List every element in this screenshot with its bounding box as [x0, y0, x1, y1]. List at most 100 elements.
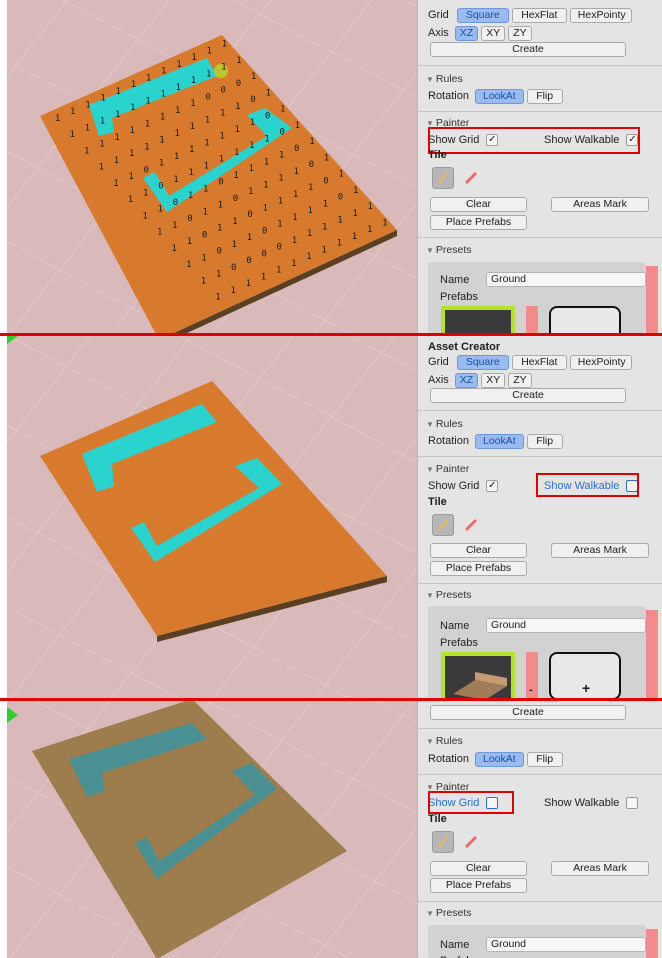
- grid-digit: 1: [130, 126, 135, 136]
- rotation-flip-button[interactable]: Flip: [526, 433, 563, 449]
- grid-digit: 0: [277, 243, 282, 253]
- grid-digit: 1: [308, 206, 313, 216]
- grid-digit: 1: [250, 118, 255, 128]
- grid-digit: 1: [143, 188, 148, 198]
- grid-hexflat-button[interactable]: HexFlat: [511, 354, 567, 370]
- painter-header[interactable]: ▼ Painter: [426, 463, 469, 475]
- grid-label: Grid: [428, 9, 449, 21]
- presets-header[interactable]: ▼ Presets: [426, 589, 472, 601]
- pencil-tool-icon[interactable]: [432, 167, 454, 189]
- grid-digit: 0: [173, 198, 178, 208]
- grid-digit: 1: [352, 232, 357, 242]
- axis-xz-button[interactable]: XZ: [454, 372, 479, 388]
- remove-strip[interactable]: [526, 306, 538, 333]
- preset-remove-strip[interactable]: [646, 610, 658, 698]
- areas-mark-button[interactable]: Areas Mark: [551, 197, 649, 212]
- grid-digit: 1: [174, 152, 179, 162]
- prefab-thumbnail[interactable]: [441, 652, 515, 698]
- show-grid-checkbox[interactable]: ✓: [486, 480, 499, 492]
- preset-remove-strip[interactable]: [646, 266, 658, 333]
- rules-header[interactable]: ▼ Rules: [426, 735, 463, 747]
- add-prefab-button[interactable]: +: [549, 652, 621, 698]
- grid-hexpointy-button[interactable]: HexPointy: [569, 7, 632, 23]
- grid-digit: 1: [215, 293, 220, 303]
- eraser-tool-icon[interactable]: [460, 831, 482, 853]
- grid-digit: 1: [306, 252, 311, 262]
- create-button[interactable]: Create: [430, 705, 626, 720]
- separator: [418, 774, 662, 775]
- rotation-row: Rotation LookAt Flip: [428, 433, 563, 449]
- grid-square-button[interactable]: Square: [456, 354, 509, 370]
- grid-digit: 1: [146, 73, 151, 83]
- preset-remove-strip[interactable]: [646, 929, 658, 958]
- grid-digit: 1: [144, 142, 149, 152]
- prefab-thumbnail[interactable]: [441, 306, 515, 333]
- place-prefabs-button[interactable]: Place Prefabs: [430, 215, 527, 230]
- rotation-row: Rotation LookAt Flip: [428, 751, 563, 767]
- grid-digit: 1: [189, 145, 194, 155]
- grid-digit: 1: [207, 46, 212, 56]
- show-grid-row: Show Grid ✓: [428, 478, 499, 494]
- place-prefabs-button[interactable]: Place Prefabs: [430, 561, 527, 576]
- name-input[interactable]: Ground: [486, 937, 646, 952]
- name-input[interactable]: Ground: [486, 272, 646, 287]
- scene-viewport[interactable]: [7, 701, 417, 958]
- grid-digit: 1: [176, 83, 181, 93]
- grid-digit: 1: [308, 183, 313, 193]
- axis-xz-button[interactable]: XZ: [454, 25, 479, 41]
- presets-header[interactable]: ▼ Presets: [426, 244, 472, 256]
- pencil-tool-icon[interactable]: [432, 831, 454, 853]
- grid-digit: 1: [100, 117, 105, 127]
- grid-hexflat-button[interactable]: HexFlat: [511, 7, 567, 23]
- grid-digit: 1: [158, 205, 163, 215]
- create-button[interactable]: Create: [430, 388, 626, 403]
- separator: [418, 901, 662, 902]
- presets-header[interactable]: ▼ Presets: [426, 907, 472, 919]
- pencil-tool-icon[interactable]: [432, 514, 454, 536]
- grid-digit: 1: [294, 167, 299, 177]
- clear-button[interactable]: Clear: [430, 197, 527, 212]
- place-prefabs-button[interactable]: Place Prefabs: [430, 878, 527, 893]
- axis-zy-button[interactable]: ZY: [508, 372, 532, 388]
- grid-digit: 1: [278, 174, 283, 184]
- axis-xy-button[interactable]: XY: [481, 372, 506, 388]
- grid-digit: 1: [249, 141, 254, 151]
- rotation-lookat-button[interactable]: LookAt: [474, 88, 524, 104]
- foldout-arrow-icon: ▼: [426, 465, 434, 474]
- rotation-flip-button[interactable]: Flip: [526, 751, 563, 767]
- areas-mark-button[interactable]: Areas Mark: [551, 543, 649, 558]
- name-input[interactable]: Ground: [486, 618, 646, 633]
- scene-viewport[interactable]: [7, 336, 417, 698]
- rotation-flip-button[interactable]: Flip: [526, 88, 563, 104]
- eraser-tool-icon[interactable]: [460, 167, 482, 189]
- grid-digit: 0: [202, 230, 207, 240]
- preset-card: Name Ground Prefabs: [428, 262, 646, 333]
- clear-button[interactable]: Clear: [430, 861, 527, 876]
- clear-button[interactable]: Clear: [430, 543, 527, 558]
- grid-digit: 0: [221, 86, 226, 96]
- grid-digit: 1: [279, 151, 284, 161]
- grid-square-button[interactable]: Square: [456, 7, 509, 23]
- grid-digit: 1: [114, 133, 119, 143]
- axis-zy-button[interactable]: ZY: [508, 25, 532, 41]
- create-button[interactable]: Create: [430, 42, 626, 57]
- show-walkable-checkbox[interactable]: [626, 797, 639, 809]
- eraser-tool-icon[interactable]: [460, 514, 482, 536]
- axis-xy-button[interactable]: XY: [481, 25, 506, 41]
- grid-hexpointy-button[interactable]: HexPointy: [569, 354, 632, 370]
- grid-row: Grid Square HexFlat HexPointy: [428, 354, 632, 370]
- scene-viewport[interactable]: 1111111111111100000000111101111111111101…: [7, 0, 417, 333]
- add-prefab-button[interactable]: [549, 306, 621, 333]
- grid-digit: 1: [353, 186, 358, 196]
- rotation-lookat-button[interactable]: LookAt: [474, 433, 524, 449]
- grid-digit: 1: [175, 106, 180, 116]
- areas-mark-button[interactable]: Areas Mark: [551, 861, 649, 876]
- rotation-lookat-button[interactable]: LookAt: [474, 751, 524, 767]
- grid-digit: 1: [160, 113, 165, 123]
- grid-digit: 1: [142, 211, 147, 221]
- foldout-arrow-icon: ▼: [426, 246, 434, 255]
- grid-digit: 1: [249, 164, 254, 174]
- remove-strip[interactable]: -: [526, 652, 538, 698]
- rules-header[interactable]: ▼ Rules: [426, 418, 463, 430]
- rules-header[interactable]: ▼ Rules: [426, 73, 463, 85]
